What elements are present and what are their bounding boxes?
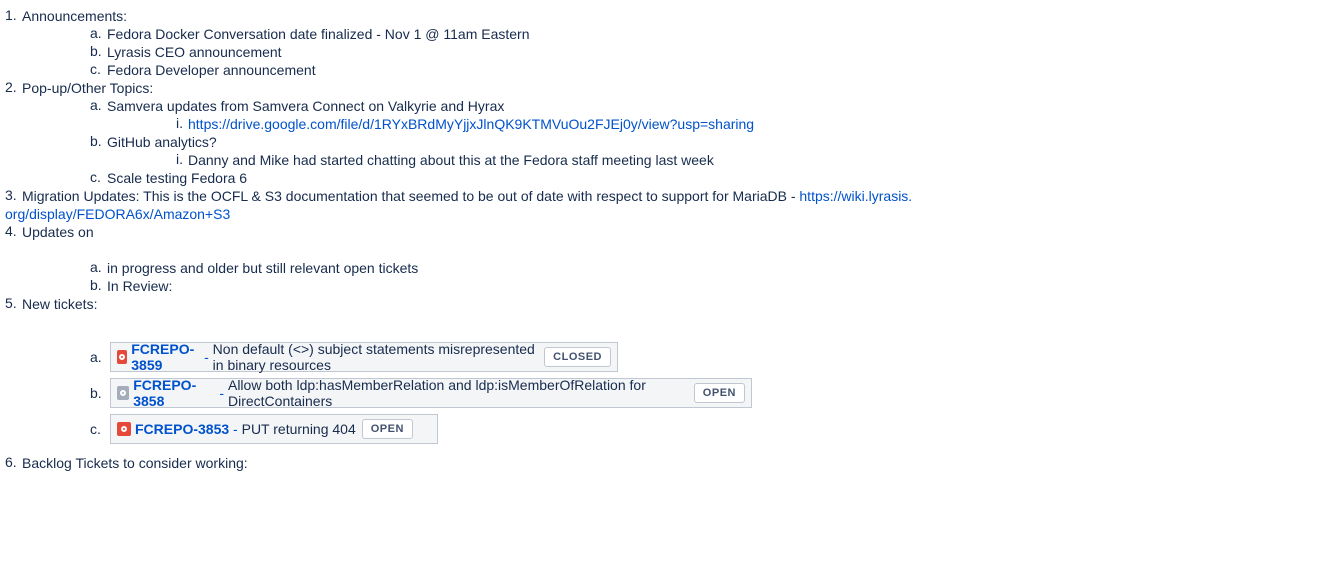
list-letter: b. [90,133,102,149]
jira-issue-macro[interactable]: FCREPO-3859 - Non default (<>) subject s… [110,341,618,373]
list-letter: b. [90,385,102,401]
list-roman: i. [176,115,183,131]
list-item: Fedora Docker Conversation date finalize… [107,26,530,42]
list-letter: a. [90,349,102,365]
issue-key-link[interactable]: FCREPO-3859 [131,341,200,373]
list-letter: c. [90,61,101,77]
jira-issue-macro[interactable]: FCREPO-3853 - PUT returning 404 OPEN [110,414,438,444]
list-letter: b. [90,277,102,293]
issue-key-link[interactable]: FCREPO-3853 [135,421,229,437]
wiki-lyrasis-link-continued[interactable]: org/display/FEDORA6x/Amazon+S3 [5,205,230,223]
list-item-announcements: Announcements: [22,8,128,24]
list-item: GitHub analytics? [107,134,217,150]
list-item: Scale testing Fedora 6 [107,170,248,186]
migration-text: Migration Updates: This is the OCFL & S3… [22,188,800,204]
list-letter: a. [90,259,102,275]
list-roman: i. [176,151,183,167]
bug-icon [117,422,131,436]
status-badge: OPEN [693,383,745,403]
list-item-updates-on: Updates on [22,224,94,240]
jira-issue-macro[interactable]: FCREPO-3858 - Allow both ldp:hasMemberRe… [110,377,752,409]
wiki-lyrasis-link[interactable]: https://wiki.lyrasis. [799,188,912,204]
list-item: Lyrasis CEO announcement [107,44,282,60]
list-item: In Review: [107,278,173,294]
list-item: Fedora Developer announcement [107,62,316,78]
status-badge: CLOSED [544,347,611,367]
issue-separator: - [200,349,213,365]
list-letter: b. [90,43,102,59]
list-number: 3. [5,187,17,203]
task-icon [117,386,130,400]
list-item-migration-updates: Migration Updates: This is the OCFL & S3… [22,187,912,205]
issue-summary: PUT returning 404 [241,421,356,437]
list-item: Samvera updates from Samvera Connect on … [107,98,505,114]
list-number: 5. [5,295,17,311]
list-item: Danny and Mike had started chatting abou… [188,152,714,168]
list-letter: c. [90,421,101,437]
list-number: 1. [5,7,17,23]
status-badge: OPEN [361,419,413,439]
list-item-new-tickets: New tickets: [22,296,98,312]
list-number: 6. [5,454,17,470]
issue-summary: Allow both ldp:hasMemberRelation and ldp… [227,377,646,409]
list-letter: c. [90,169,101,185]
issue-separator: - [229,421,242,437]
issue-summary: Non default (<>) subject statements misr… [212,341,535,373]
list-item-backlog-tickets: Backlog Tickets to consider working: [22,455,248,471]
list-letter: a. [90,97,102,113]
issue-separator: - [215,385,228,401]
list-item-popup-topics: Pop-up/Other Topics: [22,80,154,96]
list-item: in progress and older but still relevant… [107,260,419,276]
issue-key-link[interactable]: FCREPO-3858 [133,377,215,409]
list-letter: a. [90,25,102,41]
meeting-agenda: 1. Announcements: a. Fedora Docker Conve… [0,0,1322,584]
list-number: 4. [5,223,17,239]
bug-icon [117,350,128,364]
google-drive-link[interactable]: https://drive.google.com/file/d/1RYxBRdM… [188,115,754,133]
list-number: 2. [5,79,17,95]
